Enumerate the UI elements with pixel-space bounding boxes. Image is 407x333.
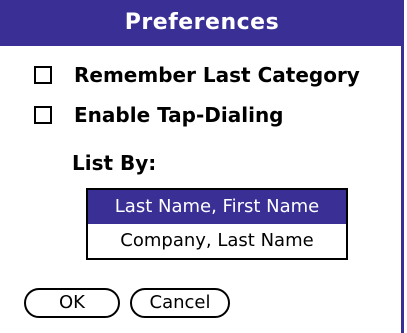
- list-item-last-name-first-name[interactable]: Last Name, First Name: [88, 190, 346, 224]
- enable-tap-dialing-option[interactable]: Enable Tap-Dialing: [34, 100, 284, 130]
- list-by-list: Last Name, First Name Company, Last Name: [86, 188, 348, 260]
- enable-tap-dialing-checkbox[interactable]: [34, 106, 52, 124]
- ok-button[interactable]: OK: [24, 288, 120, 318]
- dialog-title: Preferences: [0, 0, 404, 46]
- list-item-company-last-name[interactable]: Company, Last Name: [88, 224, 346, 258]
- remember-last-category-label: Remember Last Category: [74, 63, 360, 87]
- list-by-label: List By:: [72, 151, 157, 175]
- enable-tap-dialing-label: Enable Tap-Dialing: [74, 103, 284, 127]
- remember-last-category-checkbox[interactable]: [34, 66, 52, 84]
- remember-last-category-option[interactable]: Remember Last Category: [34, 60, 360, 90]
- cancel-button[interactable]: Cancel: [130, 288, 230, 318]
- preferences-dialog: Preferences Remember Last Category Enabl…: [0, 0, 404, 333]
